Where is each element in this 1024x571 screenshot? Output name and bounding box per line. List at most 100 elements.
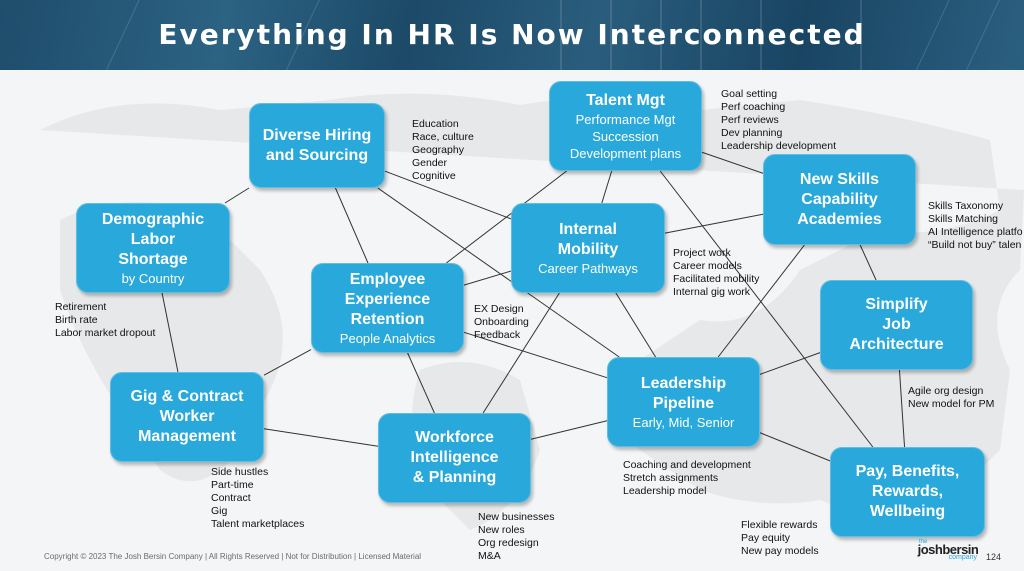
node-heading-line: Experience xyxy=(344,290,431,308)
note-item: Labor market dropout xyxy=(55,327,156,339)
node-heading-line: Management xyxy=(138,428,236,445)
connection-simplify_job-leadership xyxy=(759,352,821,375)
note-item: Feedback xyxy=(474,329,521,341)
node-heading-line: and Sourcing xyxy=(265,146,369,164)
note-item: Dev planning xyxy=(721,127,783,139)
notes-talent-mgt: Goal setting Perf coaching Perf reviews Dev… xyxy=(721,88,836,153)
node-simplify-job-architecture: Simplify Job Architecture xyxy=(820,280,973,370)
node-heading-line: Capability xyxy=(801,190,878,208)
node-subtitle-line: Early, Mid, Senior xyxy=(632,414,735,430)
note-item: Part-time xyxy=(211,479,254,491)
node-heading-line: Academies xyxy=(797,210,882,228)
note-item: Cognitive xyxy=(412,170,456,182)
notes-pay: Flexible rewards Pay equity New pay models xyxy=(741,519,819,558)
note-item: New roles xyxy=(478,524,525,536)
note-item: Retirement xyxy=(55,301,107,313)
node-heading-line: Retention xyxy=(350,310,425,328)
node-heading-line: Architecture xyxy=(849,336,944,353)
note-item: M&A xyxy=(478,550,501,562)
node-subtitle-line: Succession xyxy=(592,128,659,144)
node-subtitle-line: by Country xyxy=(121,270,185,286)
logo-the: the xyxy=(919,539,928,545)
connection-internal_mobility-employee_experience xyxy=(463,270,512,286)
note-item: Perf reviews xyxy=(721,114,779,126)
notes-workforce: New businesses New roles Org redesign M&A xyxy=(478,511,554,563)
note-item: Gig xyxy=(211,505,228,517)
node-heading-line: Leadership xyxy=(640,374,727,392)
node-internal-mobility: Internal Mobility Career Pathways xyxy=(511,203,665,293)
node-workforce-intelligence: Workforce Intelligence & Planning xyxy=(378,413,531,503)
note-item: Geography xyxy=(412,144,464,156)
node-heading-line: Talent Mgt xyxy=(586,91,665,109)
connection-employee_experience-workforce xyxy=(407,352,435,414)
connection-diverse_hiring-employee_experience xyxy=(334,187,369,264)
notes-new-skills: Skills Taxonomy Skills Matching AI Intelli… xyxy=(928,200,1023,252)
notes-leadership: Coaching and development Stretch assignme… xyxy=(623,459,751,498)
note-item: Leadership development xyxy=(721,140,836,152)
node-demographic-labor-shortage: Demographic Labor Shortage by Country xyxy=(76,203,230,293)
connection-leadership-pay xyxy=(759,432,831,462)
note-item: Org redesign xyxy=(478,537,539,549)
note-item: Education xyxy=(412,118,459,130)
notes-internal-mobility: Project work Career models Facilitated mob… xyxy=(673,247,759,299)
page-number: 124 xyxy=(986,552,1002,562)
note-item: Contract xyxy=(211,492,251,504)
node-new-skills: New Skills Capability Academies xyxy=(763,154,916,245)
note-item: Gender xyxy=(412,157,448,169)
node-talent-mgt: Talent Mgt Performance Mgt Succession Devel… xyxy=(549,81,702,171)
node-heading-line: Pipeline xyxy=(652,394,715,412)
note-item: New businesses xyxy=(478,511,555,523)
note-item: Facilitated mobility xyxy=(673,273,760,285)
node-heading-line: Workforce xyxy=(415,429,494,446)
connection-employee_experience-gig_contract xyxy=(263,349,312,376)
node-employee-experience: Employee Experience Retention People Analyt… xyxy=(311,263,464,353)
note-item: Skills Matching xyxy=(928,213,999,225)
note-item: Career models xyxy=(673,260,742,272)
note-item: EX Design xyxy=(474,303,524,315)
connection-workforce-leadership xyxy=(530,420,608,440)
node-heading-line: Internal xyxy=(559,220,617,238)
connection-talent_mgt-internal_mobility xyxy=(601,170,613,204)
note-item: Internal gig work xyxy=(673,286,751,298)
connection-diverse_hiring-demographic xyxy=(224,187,250,204)
node-diverse-hiring: Diverse Hiring and Sourcing xyxy=(249,103,385,188)
connection-gig_contract-workforce xyxy=(263,428,379,447)
note-item: New model for PM xyxy=(908,398,995,410)
note-item: Stretch assignments xyxy=(623,472,719,484)
notes-demographic: Retirement Birth rate Labor market dropout xyxy=(55,301,155,340)
note-item: Coaching and development xyxy=(623,459,751,471)
node-pay-benefits: Pay, Benefits, Rewards, Wellbeing xyxy=(830,447,985,537)
notes-employee-experience: EX Design Onboarding Feedback xyxy=(474,303,529,342)
node-heading-line: Intelligence xyxy=(410,449,499,466)
node-heading-line: Demographic xyxy=(101,210,205,228)
node-heading-line: Wellbeing xyxy=(869,503,946,520)
node-heading-line: Shortage xyxy=(118,250,188,268)
notes-gig-contract: Side hustles Part-time Contract Gig Talent m… xyxy=(211,466,304,531)
node-subtitle-line: Development plans xyxy=(569,145,682,161)
note-item: Side hustles xyxy=(211,466,269,478)
node-gig-contract-worker: Gig & Contract Worker Management xyxy=(110,372,264,462)
copyright-footer: Copyright © 2023 The Josh Bersin Company… xyxy=(44,552,422,561)
note-item: Pay equity xyxy=(741,532,791,544)
note-item: Onboarding xyxy=(474,316,529,328)
note-item: Birth rate xyxy=(55,314,98,326)
node-heading-line: & Planning xyxy=(412,469,497,486)
node-heading-line: Labor xyxy=(130,230,176,248)
connection-talent_mgt-new_skills xyxy=(701,151,764,174)
note-item: Agile org design xyxy=(908,385,984,397)
note-item: Leadership model xyxy=(623,485,707,497)
node-heading-line: Diverse Hiring xyxy=(262,126,372,144)
node-heading-line: Worker xyxy=(159,408,215,425)
connection-new_skills-internal_mobility xyxy=(664,213,764,234)
connection-simplify_job-pay xyxy=(898,369,906,448)
note-item: Skills Taxonomy xyxy=(928,200,1004,212)
connection-new_skills-simplify_job xyxy=(859,244,877,281)
node-heading-line: Gig & Contract xyxy=(130,388,244,405)
note-item: New pay models xyxy=(741,545,819,557)
company-logo: the joshbersin company xyxy=(913,539,983,561)
notes-simplify-job: Agile org design New model for PM xyxy=(908,385,994,411)
note-item: Perf coaching xyxy=(721,101,786,113)
node-heading-line: Simplify xyxy=(865,296,928,313)
note-item: AI Intelligence platfo xyxy=(928,226,1023,238)
node-heading-line: New Skills xyxy=(799,170,880,188)
